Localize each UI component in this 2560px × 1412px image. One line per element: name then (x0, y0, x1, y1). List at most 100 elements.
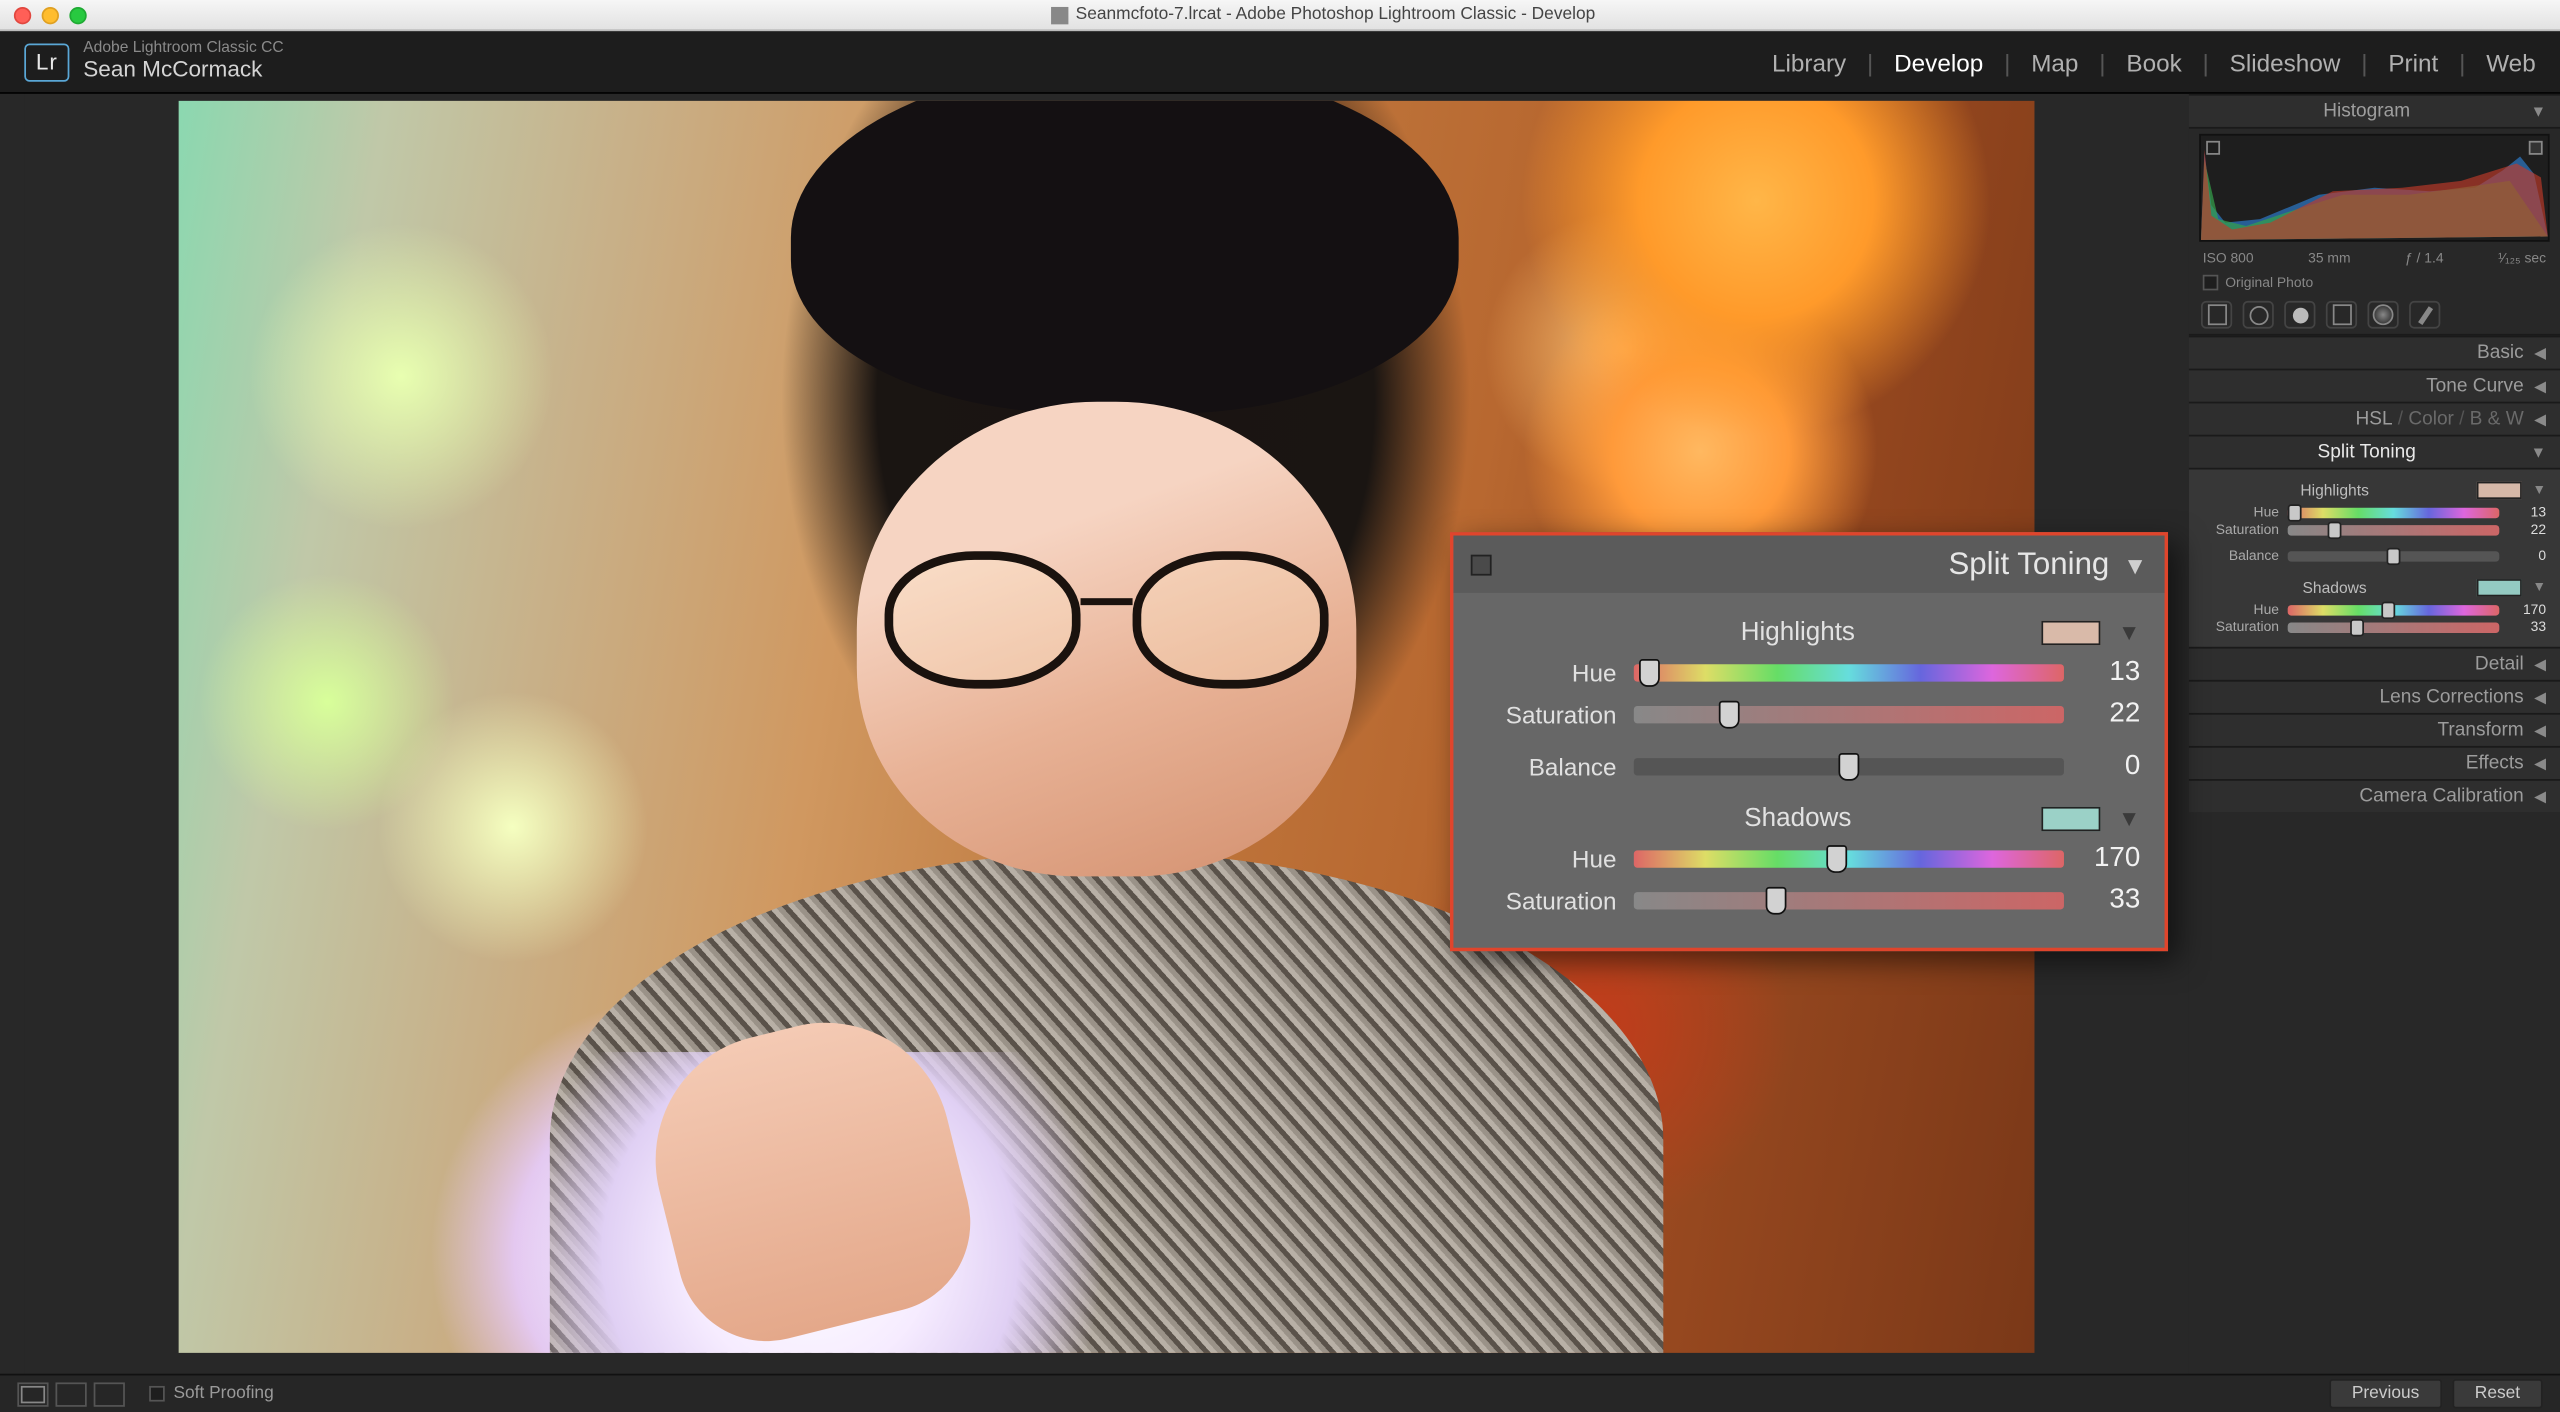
window-controls (0, 6, 87, 23)
loupe-view-icon[interactable] (17, 1382, 48, 1406)
module-book[interactable]: Book (2126, 48, 2181, 76)
module-web[interactable]: Web (2486, 48, 2536, 76)
shadows-swatch[interactable] (2477, 578, 2522, 595)
chevron-left-icon: ◀ (2534, 787, 2546, 806)
chevron-left-icon: ◀ (2534, 343, 2546, 362)
callout-shadows-hue-slider[interactable] (1634, 850, 2064, 867)
highlights-sat-value[interactable]: 22 (2508, 522, 2546, 538)
split-toning-panel-header[interactable]: Split Toning▼ (2189, 435, 2560, 470)
basic-panel-header[interactable]: Basic◀ (2189, 336, 2560, 369)
shadows-sat-value[interactable]: 33 (2508, 619, 2546, 635)
close-window-button[interactable] (14, 6, 31, 23)
before-after-split-icon[interactable] (94, 1382, 125, 1406)
balance-slider[interactable] (2288, 550, 2500, 560)
minimize-window-button[interactable] (42, 6, 59, 23)
callout-highlights-label: Highlights (1554, 617, 2042, 647)
shadows-sat-slider[interactable] (2288, 622, 2500, 632)
exif-iso: ISO 800 (2203, 250, 2254, 266)
split-toning-panel: Highlights▼ Hue13 Saturation22 Balance0 … (2189, 470, 2560, 647)
soft-proofing-toggle[interactable]: Soft Proofing (149, 1384, 274, 1403)
shadows-hue-slider[interactable] (2288, 604, 2500, 614)
highlights-section-label: Highlights (2300, 482, 2369, 499)
lightroom-logo: Lr (24, 43, 69, 81)
effects-panel-header[interactable]: Effects◀ (2189, 746, 2560, 779)
previous-button[interactable]: Previous (2329, 1379, 2442, 1409)
adjustment-brush-tool[interactable] (2409, 301, 2440, 329)
chevron-down-icon[interactable]: ▼ (2532, 482, 2546, 498)
highlights-sat-slider[interactable] (2288, 524, 2500, 534)
callout-shadows-sat-value[interactable]: 33 (2081, 885, 2140, 916)
redeye-tool[interactable] (2284, 301, 2315, 329)
highlights-swatch[interactable] (2477, 481, 2522, 498)
module-develop[interactable]: Develop (1894, 48, 1983, 76)
chevron-down-icon[interactable]: ▼ (2118, 805, 2140, 831)
balance-value[interactable]: 0 (2508, 548, 2546, 564)
camera-calibration-panel-header[interactable]: Camera Calibration◀ (2189, 779, 2560, 812)
checkbox-icon (2203, 275, 2219, 291)
chevron-left-icon: ◀ (2534, 754, 2546, 773)
panel-switch-icon[interactable] (1471, 554, 1492, 575)
identity-name: Sean McCormack (83, 58, 283, 83)
graduated-filter-tool[interactable] (2326, 301, 2357, 329)
original-photo-toggle[interactable]: Original Photo (2189, 270, 2560, 296)
tool-strip (2189, 296, 2560, 336)
exif-focal: 35 mm (2308, 250, 2350, 266)
spot-removal-tool[interactable] (2243, 301, 2274, 329)
module-map[interactable]: Map (2031, 48, 2078, 76)
left-panel-collapsed[interactable] (0, 94, 24, 1374)
chevron-down-icon[interactable]: ▼ (2123, 550, 2147, 578)
highlights-hue-value[interactable]: 13 (2508, 504, 2546, 520)
highlights-hue-slider[interactable] (2288, 507, 2500, 517)
callout-highlights-hue-slider[interactable] (1634, 664, 2064, 681)
chevron-left-icon: ◀ (2534, 721, 2546, 740)
chevron-down-icon[interactable]: ▼ (2532, 579, 2546, 595)
chevron-left-icon: ◀ (2534, 655, 2546, 674)
exif-strip: ISO 800 35 mm ƒ / 1.4 ¹⁄₁₂₅ sec (2189, 247, 2560, 270)
reset-button[interactable]: Reset (2452, 1379, 2542, 1409)
tone-curve-panel-header[interactable]: Tone Curve◀ (2189, 369, 2560, 402)
titlebar: Seanmcfoto-7.lrcat - Adobe Photoshop Lig… (0, 0, 2560, 31)
callout-highlights-swatch[interactable] (2042, 620, 2101, 644)
callout-highlights-hue-value[interactable]: 13 (2081, 657, 2140, 688)
chevron-down-icon[interactable]: ▼ (2118, 619, 2140, 645)
before-after-icon[interactable] (56, 1382, 87, 1406)
callout-balance-value[interactable]: 0 (2081, 751, 2140, 782)
app-window: Seanmcfoto-7.lrcat - Adobe Photoshop Lig… (0, 0, 2560, 1412)
module-library[interactable]: Library (1772, 48, 1846, 76)
chevron-left-icon: ◀ (2534, 376, 2546, 395)
callout-shadows-hue-value[interactable]: 170 (2081, 843, 2140, 874)
callout-shadows-swatch[interactable] (2042, 806, 2101, 830)
detail-panel-header[interactable]: Detail◀ (2189, 647, 2560, 680)
shadows-section-label: Shadows (2302, 579, 2366, 596)
transform-panel-header[interactable]: Transform◀ (2189, 713, 2560, 746)
chevron-left-icon: ◀ (2534, 410, 2546, 429)
callout-shadows-sat-slider[interactable] (1634, 892, 2064, 909)
module-print[interactable]: Print (2388, 48, 2438, 76)
hsl-panel-header[interactable]: HSL/Color/B & W ◀ (2189, 402, 2560, 435)
chevron-down-icon: ▼ (2531, 443, 2546, 460)
crop-tool[interactable] (2201, 301, 2232, 329)
lens-corrections-panel-header[interactable]: Lens Corrections◀ (2189, 680, 2560, 713)
document-icon (1051, 6, 1068, 23)
exif-aperture: ƒ / 1.4 (2405, 250, 2444, 266)
highlight-clip-icon[interactable] (2529, 141, 2543, 155)
radial-filter-tool[interactable] (2367, 301, 2398, 329)
right-panel: Histogram▼ ISO 800 35 mm ƒ / 1.4 ¹⁄₁₂₅ s… (2189, 94, 2560, 1374)
module-picker: Library| Develop| Map| Book| Slideshow| … (1772, 48, 2536, 76)
callout-highlights-sat-slider[interactable] (1634, 706, 2064, 723)
bottom-toolbar: Soft Proofing Previous Reset (0, 1374, 2560, 1412)
checkbox-icon (149, 1386, 165, 1402)
exif-shutter: ¹⁄₁₂₅ sec (2498, 250, 2546, 266)
callout-highlights-sat-value[interactable]: 22 (2081, 699, 2140, 730)
window-title: Seanmcfoto-7.lrcat - Adobe Photoshop Lig… (1076, 5, 1596, 24)
callout-balance-slider[interactable] (1634, 758, 2064, 775)
split-toning-callout: Split Toning ▼ Highlights ▼ Hue 13 Satur… (1450, 532, 2168, 951)
zoom-window-button[interactable] (69, 6, 86, 23)
module-slideshow[interactable]: Slideshow (2230, 48, 2341, 76)
histogram-header[interactable]: Histogram▼ (2189, 94, 2560, 129)
histogram-plot[interactable] (2199, 134, 2549, 242)
shadows-hue-value[interactable]: 170 (2508, 602, 2546, 618)
shadow-clip-icon[interactable] (2206, 141, 2220, 155)
identity-plate-bar: Lr Adobe Lightroom Classic CC Sean McCor… (0, 31, 2560, 94)
callout-shadows-label: Shadows (1554, 803, 2042, 833)
